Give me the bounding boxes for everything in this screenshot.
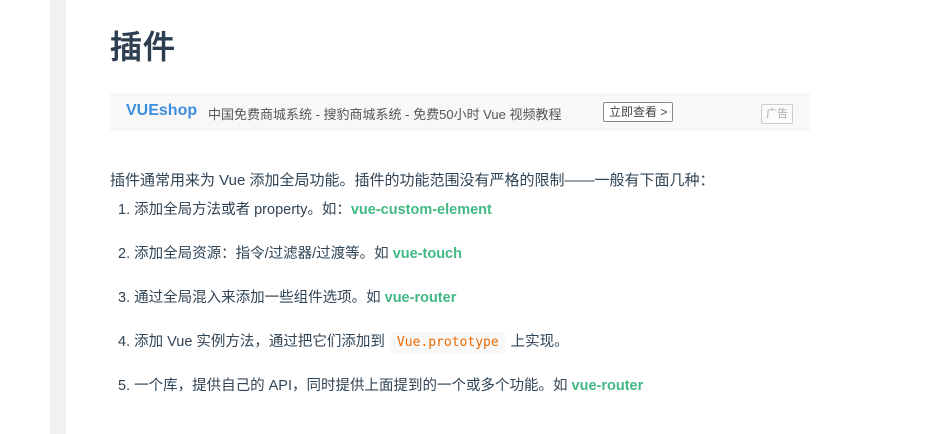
intro-paragraph: 插件通常用来为 Vue 添加全局功能。插件的功能范围没有严格的限制——一般有下面…: [110, 172, 715, 189]
ad-brand[interactable]: VUEshop: [126, 102, 197, 120]
link-vue-router[interactable]: vue-router: [385, 290, 457, 306]
ad-text[interactable]: 中国免费商城系统 - 搜豹商城系统 - 免费50小时 Vue 视频教程: [208, 104, 561, 123]
ad-banner[interactable]: VUEshop 中国免费商城系统 - 搜豹商城系统 - 免费50小时 Vue 视…: [110, 93, 810, 131]
list-item: 1. 添加全局方法或者 property。如：vue-custom-element: [118, 202, 492, 218]
list-item: 2. 添加全局资源：指令/过滤器/过渡等。如 vue-touch: [118, 246, 462, 262]
list-item: 5. 一个库，提供自己的 API，同时提供上面提到的一个或多个功能。如 vue-r…: [118, 378, 644, 394]
page-title: 插件: [110, 28, 177, 66]
sidebar-edge: [50, 0, 66, 434]
link-vue-router-2[interactable]: vue-router: [572, 378, 644, 394]
link-vue-custom-element[interactable]: vue-custom-element: [351, 202, 492, 218]
list-item: 4. 添加 Vue 实例方法，通过把它们添加到 Vue.prototype 上实现。: [118, 330, 569, 353]
list-item: 3. 通过全局混入来添加一些组件选项。如 vue-router: [118, 290, 457, 306]
code-vue-prototype: Vue.prototype: [390, 332, 505, 353]
ad-view-button[interactable]: 立即查看 >: [603, 102, 674, 122]
link-vue-touch[interactable]: vue-touch: [393, 246, 462, 262]
ad-tag: 广告: [761, 104, 793, 124]
